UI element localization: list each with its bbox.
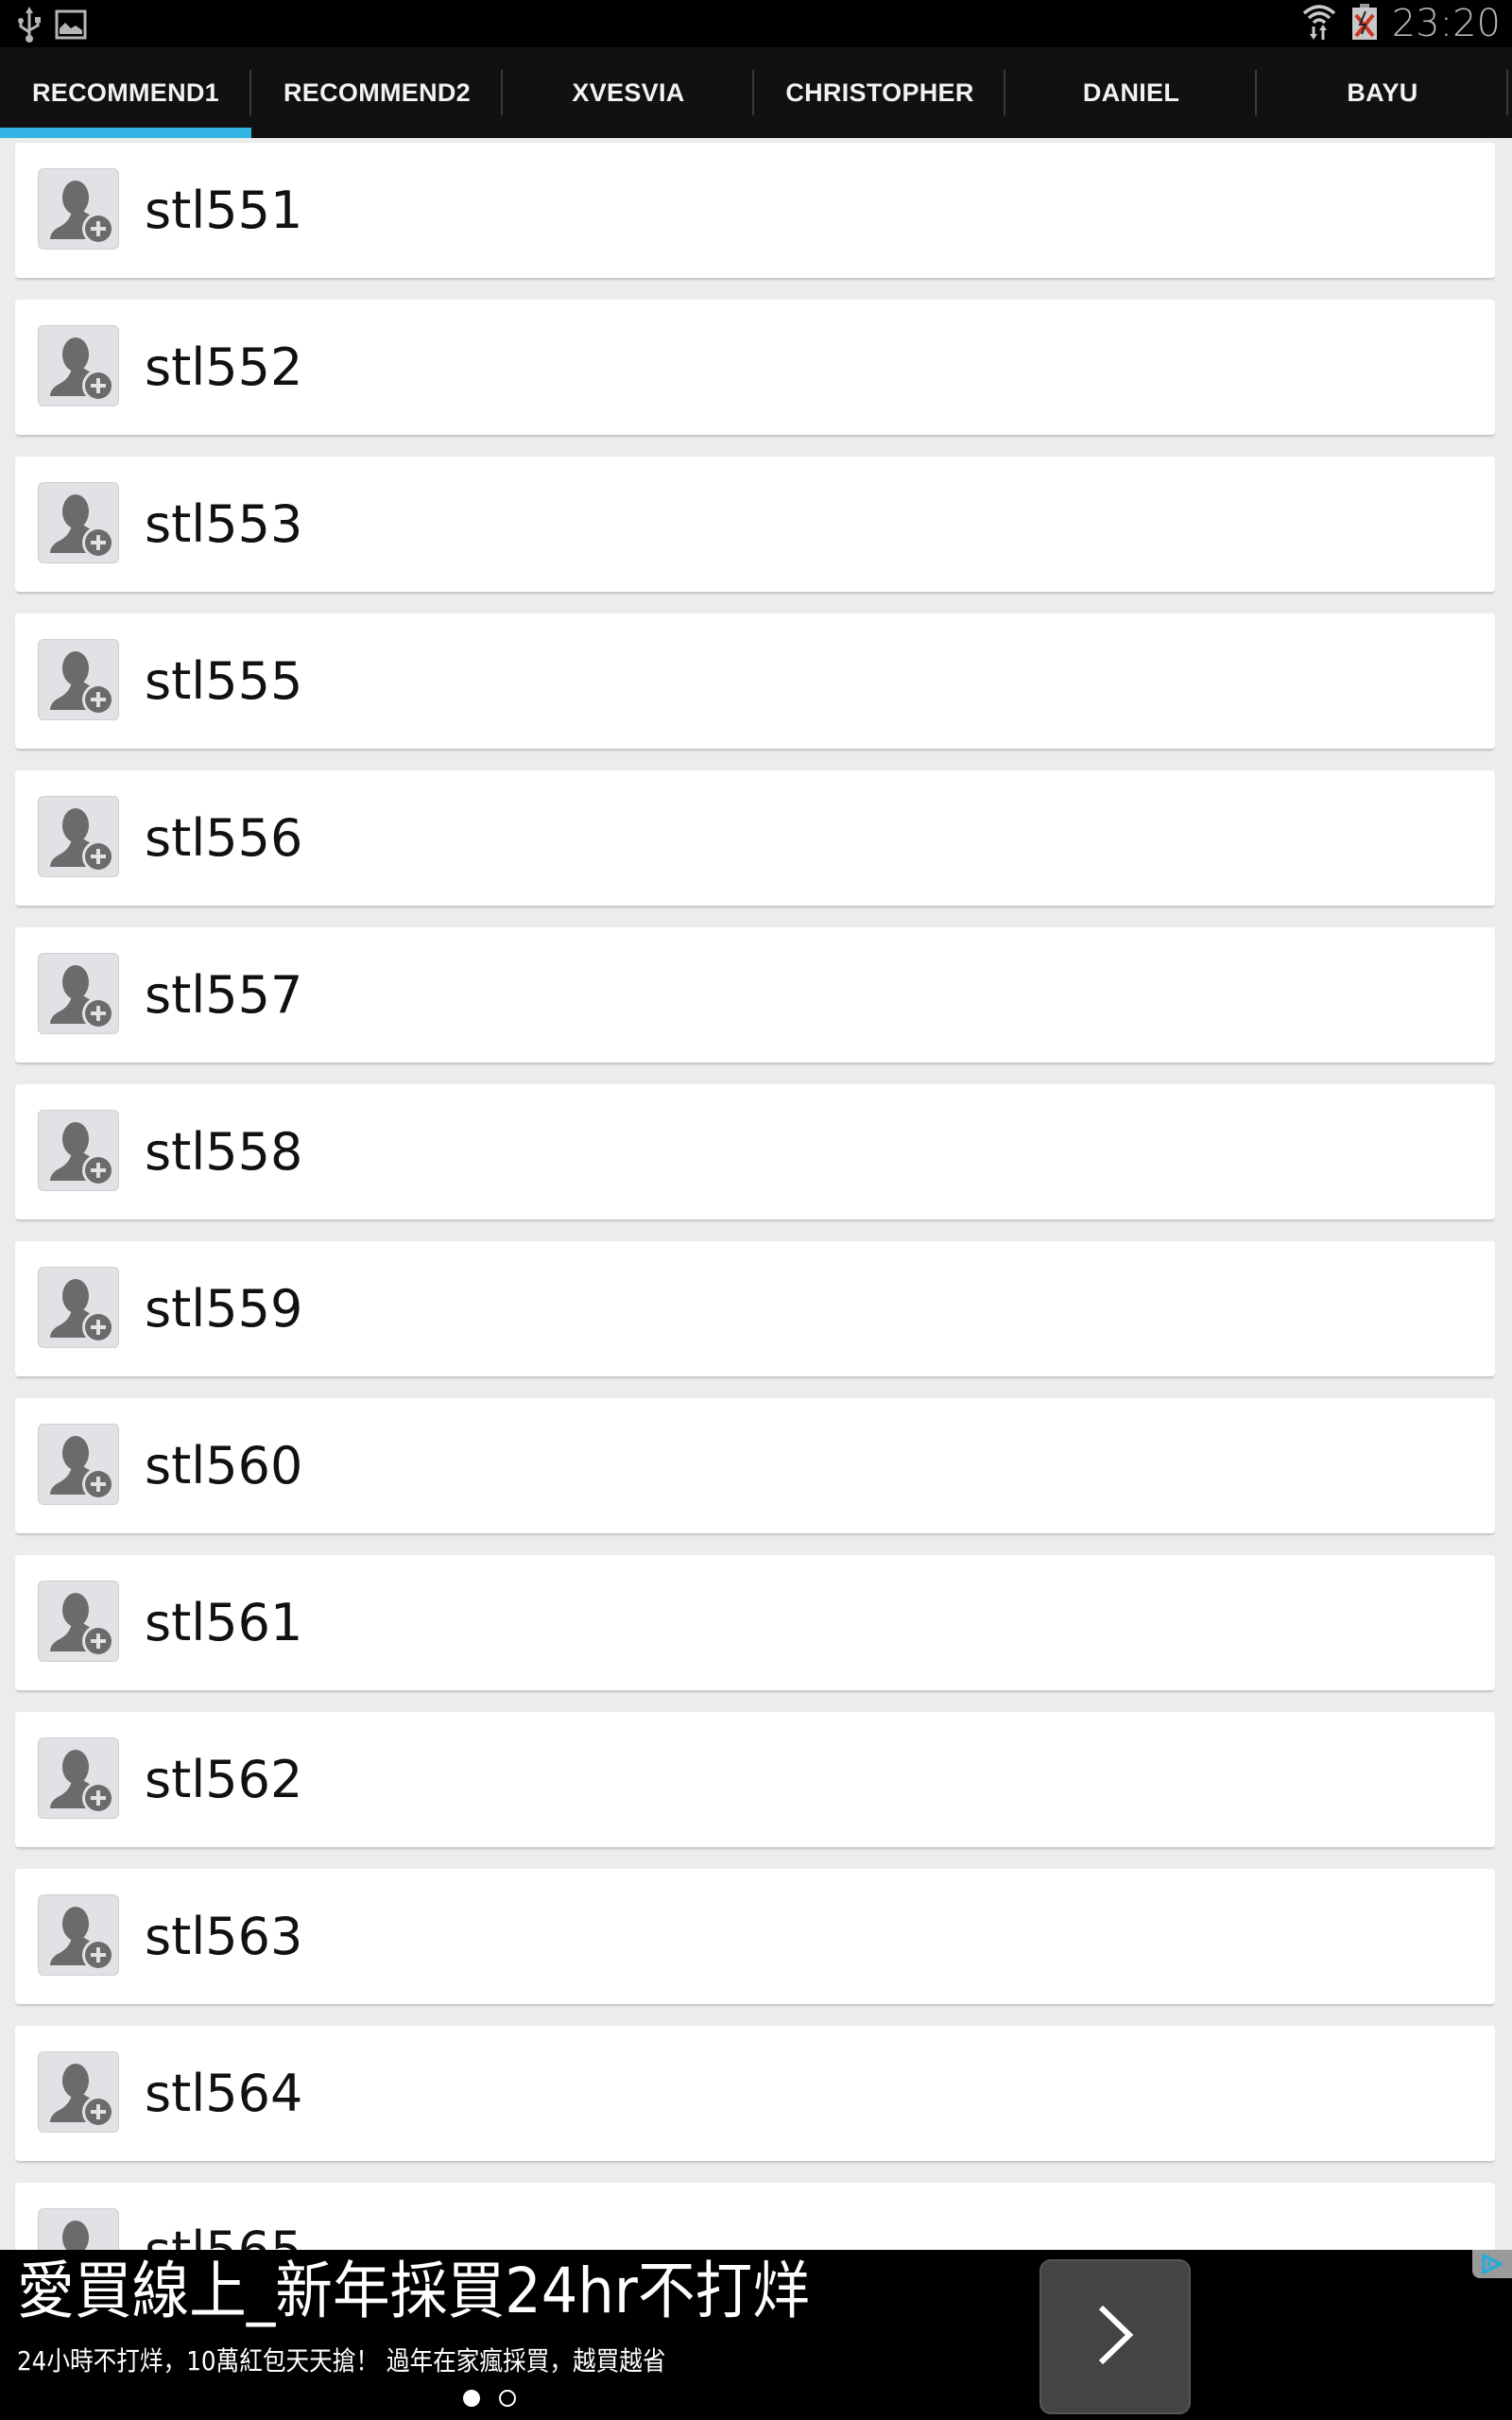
add-contact-icon[interactable] bbox=[38, 2208, 119, 2250]
contact-name: stl558 bbox=[145, 1122, 303, 1182]
ad-action-button[interactable] bbox=[1040, 2259, 1191, 2414]
contact-name: stl556 bbox=[145, 808, 303, 868]
list-item[interactable]: stl555 bbox=[15, 614, 1495, 749]
tab-label: CHRISTOPHER bbox=[785, 78, 974, 107]
clock: 23:20 bbox=[1391, 2, 1501, 45]
add-contact-icon[interactable] bbox=[38, 325, 119, 406]
ad-page-dot[interactable] bbox=[463, 2390, 480, 2407]
contact-list[interactable]: stl551 stl552 stl553 stl555 stl556 stl55… bbox=[0, 138, 1512, 2250]
wifi-icon bbox=[1301, 2, 1337, 46]
add-contact-icon[interactable] bbox=[38, 796, 119, 877]
tab-recommend2[interactable]: RECOMMEND2 bbox=[251, 47, 503, 138]
list-item[interactable]: stl562 bbox=[15, 1712, 1495, 1847]
contact-name: stl559 bbox=[145, 1279, 303, 1339]
contact-name: stl555 bbox=[145, 651, 303, 711]
ad-title[interactable]: 愛買線上_新年採買24hr不打烊 bbox=[17, 2254, 810, 2329]
battery-alert-icon bbox=[1350, 2, 1379, 46]
ad-page-dot[interactable] bbox=[499, 2390, 516, 2407]
add-contact-icon[interactable] bbox=[38, 1267, 119, 1348]
add-contact-icon[interactable] bbox=[38, 168, 119, 250]
list-item[interactable]: stl551 bbox=[15, 143, 1495, 278]
add-contact-icon[interactable] bbox=[38, 1737, 119, 1819]
list-item[interactable]: stl558 bbox=[15, 1084, 1495, 1219]
list-item[interactable]: stl561 bbox=[15, 1555, 1495, 1690]
list-item[interactable]: stl556 bbox=[15, 770, 1495, 906]
add-contact-icon[interactable] bbox=[38, 1110, 119, 1191]
add-contact-icon[interactable] bbox=[38, 482, 119, 563]
contact-name: stl565 bbox=[145, 2183, 302, 2250]
tab-daniel[interactable]: DANIEL bbox=[1005, 47, 1257, 138]
contact-name: stl563 bbox=[145, 1907, 303, 1966]
list-item[interactable]: stl552 bbox=[15, 300, 1495, 435]
image-icon bbox=[55, 9, 87, 44]
tab-label: BAYU bbox=[1347, 78, 1418, 107]
add-contact-icon[interactable] bbox=[38, 953, 119, 1034]
add-contact-icon[interactable] bbox=[38, 2051, 119, 2133]
contact-name: stl552 bbox=[145, 337, 303, 397]
list-item[interactable]: stl565 bbox=[15, 2183, 1495, 2250]
list-item[interactable]: stl557 bbox=[15, 927, 1495, 1063]
contact-name: stl551 bbox=[145, 181, 303, 240]
add-contact-icon[interactable] bbox=[38, 1894, 119, 1976]
contact-name: stl562 bbox=[145, 1750, 303, 1809]
tab-label: RECOMMEND2 bbox=[283, 78, 471, 107]
tab-christopher[interactable]: CHRISTOPHER bbox=[754, 47, 1005, 138]
ad-page-indicator bbox=[463, 2390, 516, 2407]
add-contact-icon[interactable] bbox=[38, 1424, 119, 1505]
add-contact-icon[interactable] bbox=[38, 1581, 119, 1662]
tab-bar: RECOMMEND1 RECOMMEND2 XVESVIA CHRISTOPHE… bbox=[0, 47, 1512, 138]
tab-bayu[interactable]: BAYU bbox=[1257, 47, 1508, 138]
active-tab-indicator bbox=[0, 128, 251, 138]
contact-name: stl561 bbox=[145, 1593, 303, 1652]
list-item[interactable]: stl553 bbox=[15, 457, 1495, 592]
add-contact-icon[interactable] bbox=[38, 639, 119, 720]
adchoices-icon[interactable] bbox=[1472, 2250, 1512, 2278]
tab-recommend1[interactable]: RECOMMEND1 bbox=[0, 47, 251, 138]
tab-label: DANIEL bbox=[1082, 78, 1180, 107]
ad-subtitle: 24小時不打烊，10萬紅包天天搶！ 過年在家瘋採買，越買越省 bbox=[17, 2345, 666, 2377]
ad-banner[interactable]: 愛買線上_新年採買24hr不打烊 24小時不打烊，10萬紅包天天搶！ 過年在家瘋… bbox=[0, 2250, 1512, 2420]
usb-icon bbox=[17, 6, 42, 48]
status-bar: 23:20 bbox=[0, 0, 1512, 47]
chevron-right-icon bbox=[1091, 2302, 1139, 2373]
list-item[interactable]: stl560 bbox=[15, 1398, 1495, 1533]
contact-name: stl564 bbox=[145, 2064, 303, 2123]
contact-name: stl557 bbox=[145, 965, 303, 1025]
list-item[interactable]: stl559 bbox=[15, 1241, 1495, 1376]
contact-name: stl553 bbox=[145, 494, 303, 554]
tab-xvesvia[interactable]: XVESVIA bbox=[503, 47, 754, 138]
contact-name: stl560 bbox=[145, 1436, 303, 1495]
list-item[interactable]: stl563 bbox=[15, 1869, 1495, 2004]
list-item[interactable]: stl564 bbox=[15, 2026, 1495, 2161]
tab-label: RECOMMEND1 bbox=[31, 78, 219, 107]
tab-label: XVESVIA bbox=[572, 78, 685, 107]
